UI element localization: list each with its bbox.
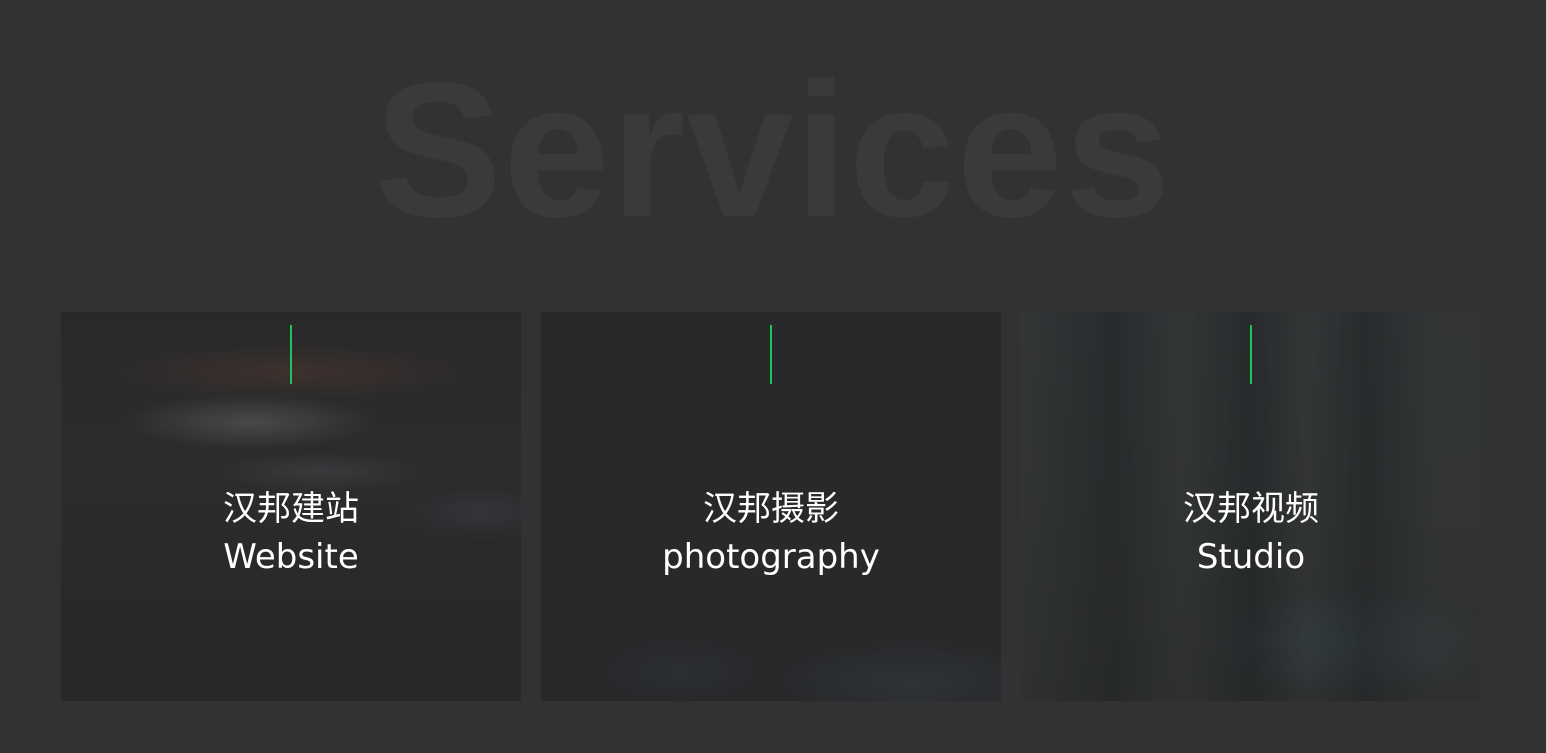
card-label: 汉邦视频 Studio (1021, 485, 1481, 581)
service-cards: 汉邦建站 Website 汉邦摄影 photography 汉邦视频 Studi… (61, 312, 1481, 701)
card-title-en: Studio (1196, 537, 1306, 577)
accent-line (770, 325, 772, 384)
card-title-cn: 汉邦视频 (1183, 489, 1319, 529)
card-title-en: photography (662, 537, 880, 577)
services-watermark-title: Services (373, 42, 1173, 257)
accent-line (1250, 325, 1252, 384)
card-label: 汉邦建站 Website (61, 485, 521, 581)
services-section: Services 汉邦建站 Website 汉邦摄影 photography 汉… (0, 0, 1546, 753)
service-card-studio[interactable]: 汉邦视频 Studio (1021, 312, 1481, 701)
card-title-cn: 汉邦摄影 (703, 489, 839, 529)
accent-line (290, 325, 292, 384)
card-title-cn: 汉邦建站 (223, 489, 359, 529)
card-label: 汉邦摄影 photography (541, 485, 1001, 581)
service-card-photography[interactable]: 汉邦摄影 photography (541, 312, 1001, 701)
card-title-en: Website (223, 537, 359, 577)
service-card-website[interactable]: 汉邦建站 Website (61, 312, 521, 701)
